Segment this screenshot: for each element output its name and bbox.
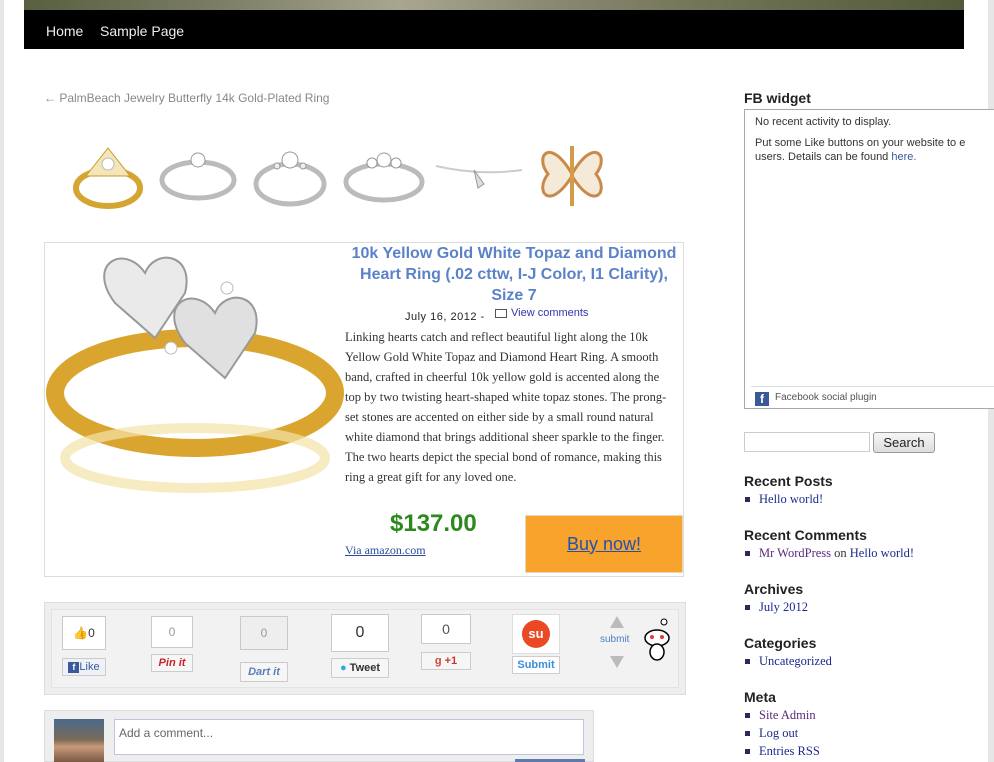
reddit-widget[interactable]: submit <box>600 616 672 670</box>
search-input[interactable] <box>744 432 870 452</box>
previous-post-link[interactable]: ← PalmBeach Jewelry Butterfly 14k Gold-P… <box>44 91 329 105</box>
dartit-count: 0 <box>240 616 288 650</box>
site-admin-link[interactable]: Site Admin <box>759 708 816 722</box>
product-title[interactable]: 10k Yellow Gold White Topaz and Diamond … <box>349 243 679 306</box>
meta-list: Site Admin Log out Entries RSS <box>744 706 820 760</box>
recent-comments-list: Mr WordPress on Hello world! <box>744 544 914 562</box>
header-image <box>24 0 964 10</box>
view-comments-link[interactable]: View comments <box>495 307 588 319</box>
twitter-icon: ● <box>339 662 347 674</box>
comment-author-link[interactable]: Mr WordPress <box>759 546 831 560</box>
list-item: Hello world! <box>744 490 823 508</box>
nav-sample-page[interactable]: Sample Page <box>100 23 184 39</box>
list-item: Mr WordPress on Hello world! <box>744 544 914 562</box>
list-item: Entries RSS <box>744 742 820 760</box>
recent-post-link[interactable]: Hello world! <box>759 492 823 506</box>
thumbnail-silver-diamond-ring[interactable] <box>249 136 331 212</box>
reddit-alien-icon <box>644 618 670 661</box>
fb-widget-title: FB widget <box>744 90 811 106</box>
fb-no-activity: No recent activity to display. <box>755 116 892 128</box>
pinterest-count: 0 <box>151 616 193 648</box>
fb-here-link[interactable]: here. <box>891 151 916 163</box>
fb-plugin-footer[interactable]: f Facebook social plugin <box>751 386 994 408</box>
thumbnail-butterfly-ring[interactable] <box>530 136 614 212</box>
buy-now-button[interactable]: Buy now! <box>525 515 683 573</box>
nav-home[interactable]: Home <box>46 23 83 39</box>
upvote-arrow-icon <box>610 616 624 628</box>
downvote-arrow-icon <box>610 656 624 668</box>
search-button[interactable]: Search <box>873 432 935 453</box>
gplus-button[interactable]: g +1 <box>421 652 471 670</box>
archive-link[interactable]: July 2012 <box>759 600 808 614</box>
stumbleupon-submit-button[interactable]: Submit <box>512 656 560 674</box>
list-item: July 2012 <box>744 598 808 616</box>
fb-widget: No recent activity to display. Put some … <box>744 109 994 409</box>
stumbleupon-icon[interactable]: su <box>512 614 560 654</box>
tweet-button[interactable]: ● Tweet <box>331 658 389 678</box>
post-date: July 16, 2012 - <box>405 311 485 323</box>
reddit-submit-label: submit <box>600 634 630 645</box>
comment-post-link[interactable]: Hello world! <box>850 546 914 560</box>
list-item: Site Admin <box>744 706 820 724</box>
comment-icon <box>495 308 507 318</box>
thumbnail-silver-solitaire-ring[interactable] <box>155 136 241 212</box>
categories-title: Categories <box>744 635 817 651</box>
twitter-count: 0 <box>331 614 389 652</box>
page: Home Sample Page ← PalmBeach Jewelry But… <box>4 0 994 762</box>
list-item: Uncategorized <box>744 652 832 670</box>
dartit-button[interactable]: Dart it <box>240 662 288 682</box>
category-link[interactable]: Uncategorized <box>759 654 832 668</box>
archives-title: Archives <box>744 581 804 597</box>
archives-list: July 2012 <box>744 598 808 616</box>
facebook-icon: f <box>755 392 769 406</box>
meta-title: Meta <box>744 689 776 705</box>
facebook-like-button[interactable]: f Like <box>62 658 106 676</box>
comment-box: Add a comment... <box>44 710 594 762</box>
view-comments-label: View comments <box>511 307 589 319</box>
pinterest-pin-button[interactable]: Pin it <box>151 654 193 672</box>
via-amazon-link[interactable]: Via amazon.com <box>345 543 426 558</box>
categories-list: Uncategorized <box>744 652 832 670</box>
recent-comments-title: Recent Comments <box>744 527 867 543</box>
gplus-icon: g <box>434 655 442 667</box>
entries-rss-link[interactable]: Entries RSS <box>759 744 820 758</box>
product-price: $137.00 <box>390 510 477 537</box>
thumbnail-silver-necklace[interactable] <box>434 136 524 212</box>
main-nav: Home Sample Page <box>24 10 964 49</box>
share-bar: 👍0 f Like 0 Pin it 0 Dart it 0 ● Tweet 0 … <box>44 602 686 695</box>
recent-posts-title: Recent Posts <box>744 473 833 489</box>
recent-posts-list: Hello world! <box>744 490 823 508</box>
product-description: Linking hearts catch and reflect beautif… <box>345 330 667 484</box>
share-inner: 👍0 f Like 0 Pin it 0 Dart it 0 ● Tweet 0 … <box>51 609 679 688</box>
comment-input[interactable]: Add a comment... <box>114 719 584 755</box>
product-image[interactable] <box>45 243 345 493</box>
facebook-icon: f <box>68 661 80 673</box>
thumbnail-gold-diamond-ring[interactable] <box>66 136 150 212</box>
avatar <box>54 719 104 762</box>
product-card: 10k Yellow Gold White Topaz and Diamond … <box>44 242 684 577</box>
thumbnail-silver-three-stone-ring[interactable] <box>340 136 428 212</box>
facebook-like-count: 👍0 <box>62 616 106 650</box>
fb-info: Put some Like buttons on your website to… <box>755 137 966 163</box>
thumbs-up-icon: 👍 <box>73 626 89 640</box>
gplus-count: 0 <box>421 614 471 644</box>
list-item: Log out <box>744 724 820 742</box>
log-out-link[interactable]: Log out <box>759 726 798 740</box>
